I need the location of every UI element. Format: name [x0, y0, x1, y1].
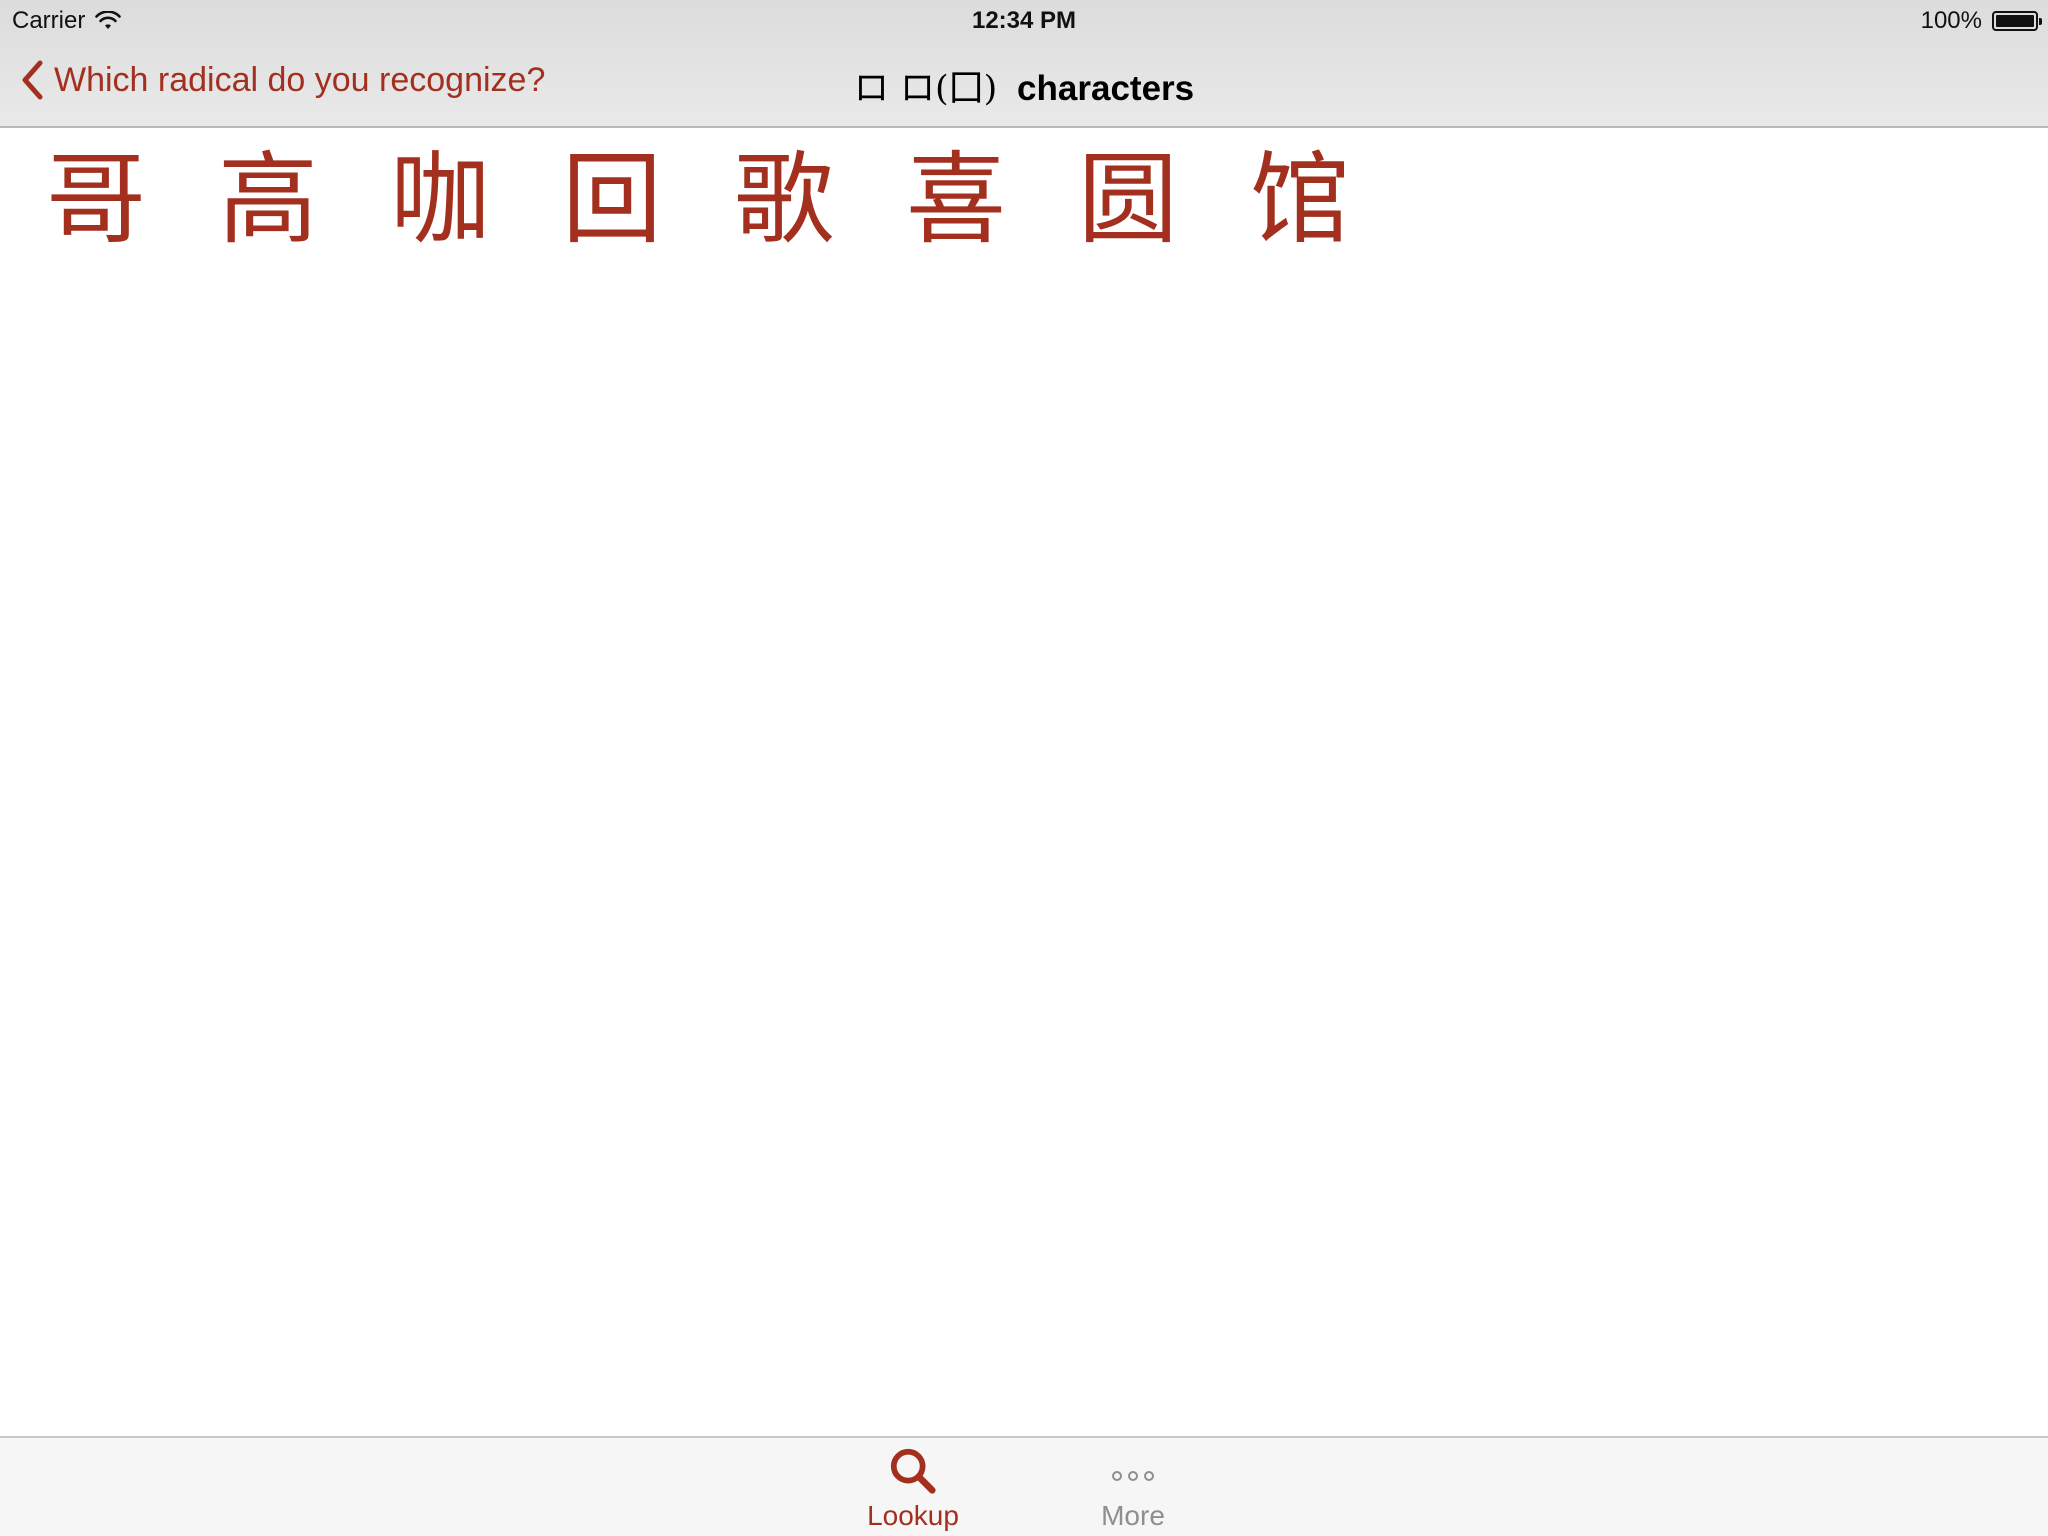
page-title: ロ ロ(囗) characters — [0, 60, 2048, 111]
app-window: Carrier 12:34 PM 100% Which radical do y… — [0, 0, 2048, 1536]
character-cell[interactable]: 歌 — [698, 140, 870, 260]
navigation-bar: Which radical do you recognize? ロ ロ(囗) c… — [0, 42, 2048, 126]
page-title-radical: ロ ロ(囗) — [853, 69, 998, 109]
tab-bar: Lookup More — [0, 1436, 2048, 1536]
battery-indicator: 100% — [1920, 7, 2042, 35]
tab-lookup[interactable]: Lookup — [843, 1446, 983, 1532]
tab-lookup-label: Lookup — [867, 1500, 959, 1531]
battery-percent: 100% — [1920, 7, 1982, 34]
status-bar: Carrier 12:34 PM 100% — [0, 0, 2048, 42]
battery-icon — [1992, 11, 2042, 31]
more-icon — [1112, 1471, 1154, 1481]
character-cell[interactable]: 馆 — [1214, 140, 1386, 260]
character-cell[interactable]: 哥 — [10, 140, 182, 260]
tab-more[interactable]: More — [1063, 1446, 1203, 1532]
search-icon — [890, 1448, 936, 1494]
top-bar: Carrier 12:34 PM 100% Which radical do y… — [0, 0, 2048, 128]
status-time: 12:34 PM — [971, 7, 1077, 34]
character-cell[interactable]: 咖 — [354, 140, 526, 260]
character-cell[interactable]: 高 — [182, 140, 354, 260]
page-title-label: characters — [1017, 69, 1195, 108]
character-cell[interactable]: 回 — [526, 140, 698, 260]
character-grid: 哥 高 咖 回 歌 喜 圆 馆 — [10, 140, 1386, 260]
tab-more-label: More — [1101, 1500, 1165, 1531]
character-cell[interactable]: 圆 — [1042, 140, 1214, 260]
character-cell[interactable]: 喜 — [870, 140, 1042, 260]
